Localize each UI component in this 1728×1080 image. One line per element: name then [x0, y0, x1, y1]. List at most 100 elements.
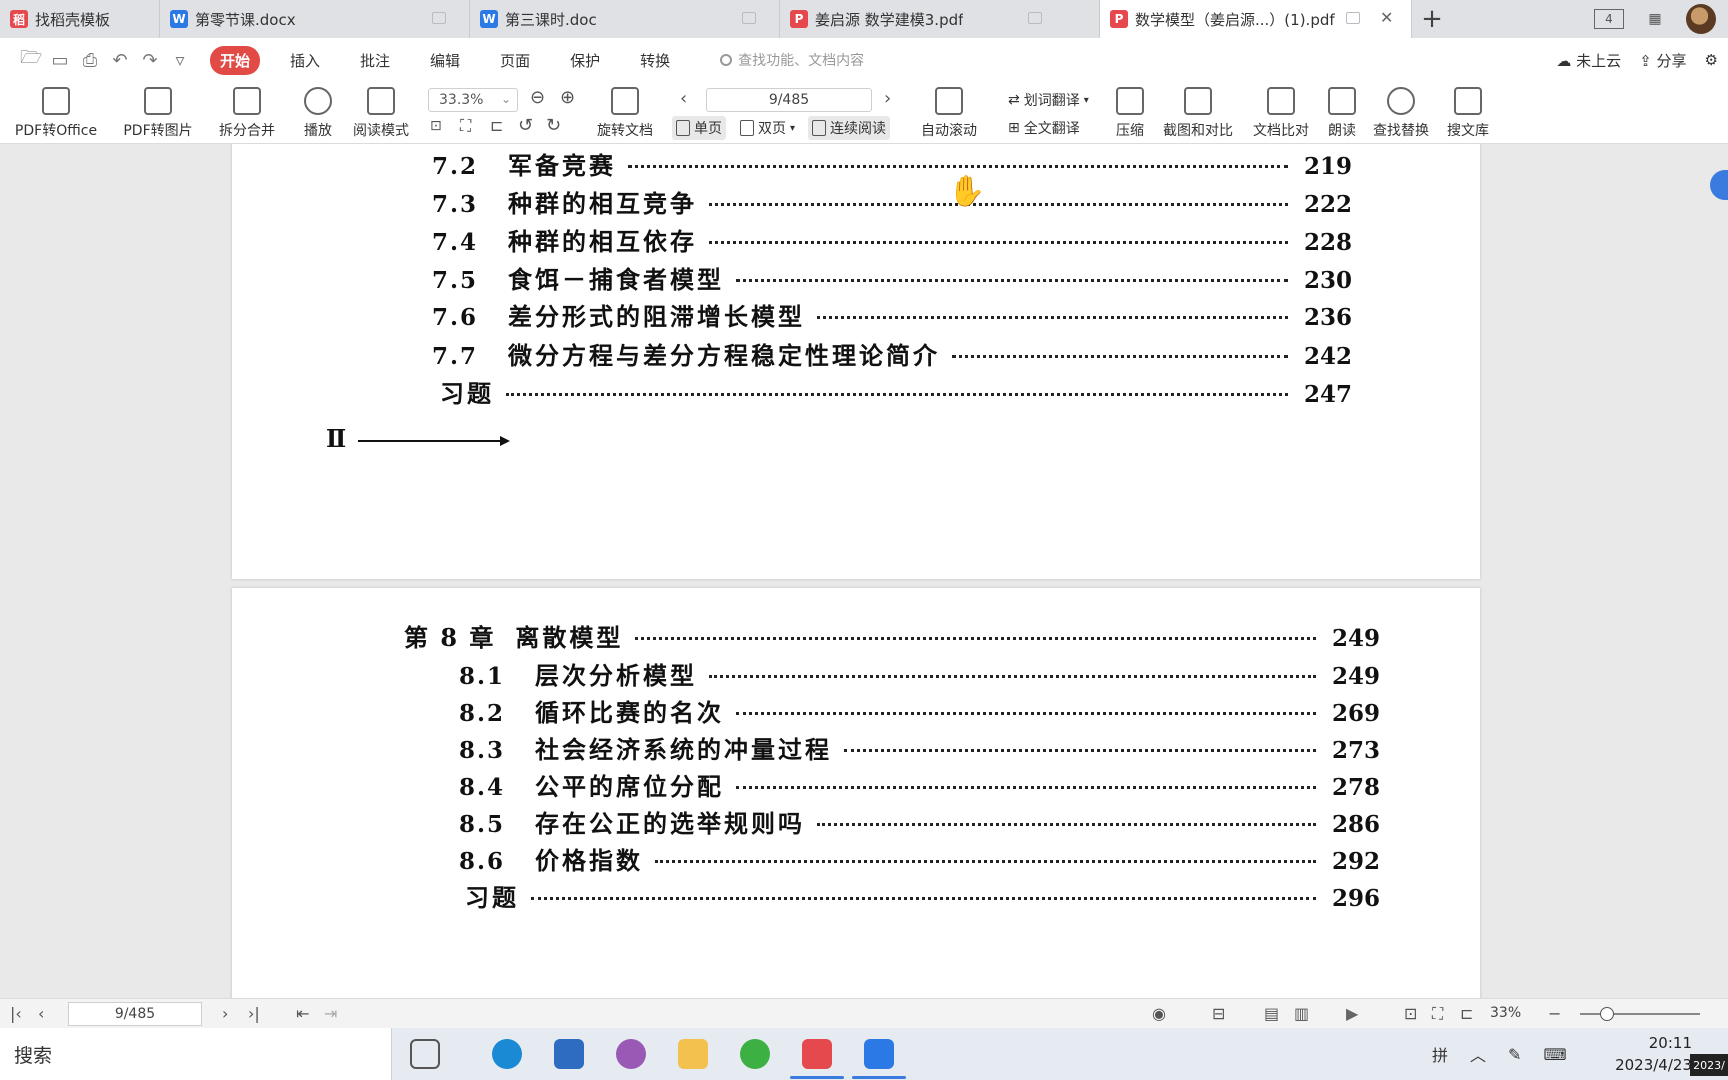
- taskbar-clock[interactable]: 20:11 2023/4/23: [1615, 1032, 1692, 1076]
- menu-start[interactable]: 开始: [210, 45, 261, 75]
- zoom-select[interactable]: 33.3% ⌄: [428, 88, 518, 112]
- single-page-mode-icon[interactable]: ▤: [1264, 1004, 1279, 1023]
- single-page-button[interactable]: 单页: [672, 116, 726, 140]
- zoom-out-icon[interactable]: −: [1548, 1004, 1561, 1023]
- double-page-mode-icon[interactable]: ▥: [1294, 1004, 1309, 1023]
- zoom-slider[interactable]: [1580, 1007, 1700, 1021]
- undo-icon[interactable]: ↶: [110, 50, 130, 71]
- pdf-to-image-button[interactable]: PDF转图片: [118, 82, 198, 144]
- apps-grid-icon[interactable]: ▦: [1642, 8, 1668, 30]
- toc-entry[interactable]: 7.3 种群的相互竞争 222: [432, 184, 1352, 219]
- keyboard-icon[interactable]: ⌨: [1543, 1045, 1566, 1064]
- task-view-icon[interactable]: [410, 1039, 440, 1069]
- actual-size-icon[interactable]: ⊡: [430, 118, 442, 134]
- toc-entry[interactable]: 7.2 军备竞赛 219: [432, 146, 1352, 181]
- status-zoom-value[interactable]: 33%: [1490, 1005, 1521, 1021]
- next-page-icon[interactable]: ›: [884, 88, 891, 109]
- read-mode-button[interactable]: 阅读模式: [350, 82, 412, 144]
- settings-gear-icon[interactable]: ⚙: [1705, 51, 1718, 69]
- toc-entry[interactable]: 习题 296: [465, 878, 1380, 913]
- prev-page-icon[interactable]: ‹: [38, 1004, 44, 1023]
- rotate-left-icon[interactable]: ↺: [518, 115, 533, 136]
- save-icon[interactable]: ▭: [50, 50, 70, 71]
- fit-page-icon[interactable]: ⛶: [1432, 1004, 1443, 1024]
- document-viewport[interactable]: 7.2 军备竞赛 219 7.3 种群的相互竞争 222 7.4 种群的相互依存…: [0, 144, 1728, 998]
- app-icon[interactable]: [616, 1039, 646, 1069]
- menu-insert[interactable]: 插入: [280, 46, 330, 75]
- eye-protection-icon[interactable]: ◉: [1152, 1004, 1166, 1023]
- zoom-in-icon[interactable]: ⊕: [560, 87, 575, 108]
- cloud-status-button[interactable]: ☁ 未上云: [1556, 50, 1621, 71]
- zoom-out-icon[interactable]: ⊖: [530, 87, 545, 108]
- prev-page-icon[interactable]: ‹: [680, 88, 687, 109]
- feature-search[interactable]: 查找功能、文档内容: [720, 50, 864, 70]
- page-number-field[interactable]: 9/485: [706, 88, 872, 112]
- menu-convert[interactable]: 转换: [630, 46, 680, 75]
- fit-width-icon[interactable]: ⊏: [490, 116, 503, 135]
- split-merge-button[interactable]: 拆分合并: [210, 82, 284, 144]
- redo-icon[interactable]: ↷: [140, 50, 160, 71]
- status-page-field[interactable]: 9/485: [68, 1002, 202, 1026]
- toc-entry[interactable]: 8.2 循环比赛的名次 269: [459, 693, 1380, 728]
- menu-protect[interactable]: 保护: [560, 46, 610, 75]
- open-folder-icon[interactable]: 🗁: [20, 45, 42, 75]
- avatar[interactable]: [1686, 4, 1716, 34]
- customize-icon[interactable]: ▿: [170, 50, 190, 71]
- word-translate-button[interactable]: ⇄ 划词翻译 ▾: [1004, 88, 1093, 112]
- side-panel-toggle[interactable]: [1710, 170, 1728, 200]
- share-button[interactable]: ⇪ 分享: [1639, 50, 1686, 71]
- toc-entry[interactable]: 8.1 层次分析模型 249: [459, 656, 1380, 691]
- last-page-icon[interactable]: ›|: [248, 1004, 260, 1023]
- auto-scroll-button[interactable]: 自动滚动: [914, 82, 984, 144]
- toc-entry[interactable]: 7.4 种群的相互依存 228: [432, 222, 1352, 257]
- tab-pin-icon[interactable]: [432, 12, 446, 24]
- play-button[interactable]: 播放: [298, 82, 338, 144]
- notification-badge[interactable]: 2023/: [1690, 1054, 1728, 1076]
- store-icon[interactable]: [554, 1039, 584, 1069]
- first-page-icon[interactable]: |‹: [10, 1004, 22, 1023]
- menu-page[interactable]: 页面: [490, 46, 540, 75]
- continuous-read-button[interactable]: 连续阅读: [808, 116, 890, 140]
- chevron-up-icon[interactable]: ︿: [1470, 1042, 1486, 1066]
- rotate-right-icon[interactable]: ↻: [546, 115, 561, 136]
- toc-entry[interactable]: 7.5 食饵－捕食者模型 230: [432, 260, 1352, 295]
- tab-close-icon[interactable]: ✕: [1380, 8, 1393, 27]
- tab-pin-icon[interactable]: [742, 12, 756, 24]
- toc-entry[interactable]: 8.5 存在公正的选举规则吗 286: [459, 804, 1380, 839]
- pen-icon[interactable]: ✎: [1508, 1045, 1521, 1064]
- play-slideshow-icon[interactable]: ▶: [1346, 1004, 1358, 1023]
- rotate-document-button[interactable]: 旋转文档: [594, 82, 656, 144]
- go-forward-icon[interactable]: ⇥: [324, 1004, 337, 1023]
- compress-button[interactable]: 压缩: [1110, 82, 1150, 144]
- meeting-app-icon[interactable]: [864, 1039, 894, 1069]
- doc-compare-button[interactable]: 文档比对: [1250, 82, 1312, 144]
- toc-entry[interactable]: 习题 247: [440, 374, 1352, 409]
- file-explorer-icon[interactable]: [678, 1039, 708, 1069]
- go-back-icon[interactable]: ⇤: [296, 1004, 309, 1023]
- new-tab-button[interactable]: +: [1412, 0, 1452, 38]
- tab-doc-0[interactable]: W 第零节课.docx: [160, 0, 470, 38]
- actual-size-icon[interactable]: ⊡: [1404, 1004, 1417, 1023]
- full-translate-button[interactable]: ⊞ 全文翻译: [1004, 116, 1084, 140]
- screenshot-compare-button[interactable]: 截图和对比: [1158, 82, 1238, 144]
- tab-doc-1[interactable]: W 第三课时.doc: [470, 0, 780, 38]
- fit-width-icon[interactable]: ⊏: [1460, 1004, 1473, 1023]
- zoom-slider-knob[interactable]: [1600, 1007, 1614, 1021]
- search-library-button[interactable]: 搜文库: [1444, 82, 1492, 144]
- wps-icon[interactable]: [802, 1039, 832, 1069]
- tab-pdf-0[interactable]: P 姜启源 数学建模3.pdf: [780, 0, 1100, 38]
- menu-edit[interactable]: 编辑: [420, 46, 470, 75]
- toc-entry[interactable]: 7.6 差分形式的阻滞增长模型 236: [432, 297, 1352, 332]
- continuous-mode-icon[interactable]: ⊟: [1212, 1004, 1225, 1023]
- double-page-button[interactable]: 双页 ▾: [736, 116, 799, 140]
- toc-entry[interactable]: 8.3 社会经济系统的冲量过程 273: [459, 730, 1380, 765]
- menu-annotate[interactable]: 批注: [350, 46, 400, 75]
- edge-icon[interactable]: [492, 1039, 522, 1069]
- find-replace-button[interactable]: 查找替换: [1370, 82, 1432, 144]
- read-aloud-button[interactable]: 朗读: [1322, 82, 1362, 144]
- toc-entry[interactable]: 7.7 微分方程与差分方程稳定性理论简介 242: [432, 336, 1352, 371]
- print-icon[interactable]: ⎙: [80, 50, 100, 71]
- tab-docer[interactable]: 稻 找稻壳模板: [0, 0, 160, 38]
- fit-page-icon[interactable]: ⛶: [460, 116, 471, 136]
- pdf-to-office-button[interactable]: PDF转Office: [8, 82, 104, 144]
